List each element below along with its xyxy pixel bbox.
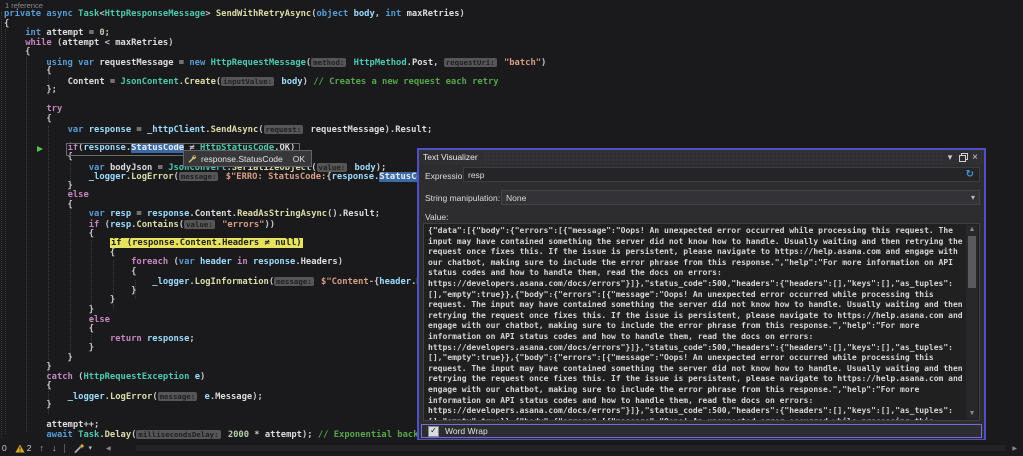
- debugger-datatip[interactable]: response.StatusCode OK: [183, 150, 313, 167]
- editor-bottom-bar: 0 2 ↑ ↓ ▾ ◀ ▶: [0, 440, 1023, 456]
- code-line: {: [4, 66, 52, 77]
- code-line: Content = JsonContent.Create(inputValue:…: [67, 76, 499, 87]
- code-line: using var requestMessage = new HttpReque…: [46, 57, 547, 68]
- warning-count: 2: [26, 443, 32, 453]
- text-visualizer-dialog: Text Visualizer ▾ × Expression: resp ↻ S…: [417, 148, 986, 441]
- previous-issue-button[interactable]: ↑: [39, 443, 44, 453]
- close-icon[interactable]: ×: [969, 151, 981, 163]
- code-line: {: [4, 114, 52, 125]
- check-icon: ✓: [430, 425, 437, 435]
- word-wrap-row: ✓ Word Wrap: [421, 424, 982, 438]
- datatip-expression: response.StatusCode: [201, 153, 283, 164]
- window-menu-icon[interactable]: ▾: [944, 151, 956, 163]
- code-cleanup-icon: [74, 443, 85, 453]
- code-cleanup-button[interactable]: ▾: [73, 443, 92, 454]
- restore-glyph: [958, 152, 968, 162]
- value-label: Value:: [425, 212, 449, 222]
- vs-editor-window: 1 reference private async Task<HttpRespo…: [0, 0, 1023, 456]
- scroll-right-icon[interactable]: ▶: [1012, 445, 1017, 452]
- datatip-value: OK: [292, 153, 306, 164]
- maximize-icon[interactable]: [957, 151, 969, 163]
- indent-guide: [1, 12, 2, 438]
- code-line: var response = _httpClient.SendAsync(req…: [67, 124, 433, 135]
- string-manipulation-dropdown[interactable]: None ▾: [501, 190, 980, 205]
- value-text: {"data":[{"body":{"errors":[{"message":"…: [428, 226, 963, 420]
- word-wrap-checkbox[interactable]: ✓: [428, 425, 439, 437]
- code-line: private async Task<HttpResponseMessage> …: [4, 9, 465, 19]
- code-line: {: [4, 47, 31, 58]
- value-scrollbar[interactable]: ▲ ▼: [966, 225, 978, 419]
- separator: [64, 443, 66, 453]
- error-count[interactable]: 0: [2, 443, 7, 453]
- refresh-icon[interactable]: ↻: [966, 169, 974, 180]
- value-textarea[interactable]: {"data":[{"body":{"errors":[{"message":"…: [423, 223, 980, 421]
- expression-input[interactable]: resp ↻: [463, 167, 980, 182]
- next-issue-button[interactable]: ↓: [52, 443, 57, 453]
- scroll-left-icon[interactable]: ◀: [106, 445, 111, 452]
- run-to-cursor-arrow-icon[interactable]: [37, 146, 43, 152]
- code-line: try: [46, 104, 63, 115]
- chevron-down-icon: ▾: [970, 193, 975, 202]
- code-line: while (attempt < maxRetries): [25, 37, 174, 48]
- dialog-titlebar[interactable]: Text Visualizer ▾ ×: [419, 150, 984, 164]
- string-manipulation-value: None: [506, 192, 527, 203]
- scrollbar-thumb[interactable]: [968, 236, 976, 288]
- expression-value: resp: [468, 169, 485, 180]
- warning-icon: [15, 444, 25, 452]
- warning-indicator[interactable]: 2: [15, 443, 32, 453]
- wrench-icon: [188, 154, 197, 163]
- word-wrap-label: Word Wrap: [445, 426, 488, 436]
- scroll-up-icon[interactable]: ▲: [966, 225, 978, 235]
- string-manipulation-label: String manipulation:: [425, 193, 501, 203]
- horizontal-scrollbar[interactable]: [136, 445, 1005, 451]
- code-line: };: [4, 85, 57, 96]
- dialog-title: Text Visualizer: [419, 152, 484, 162]
- chevron-down-icon: ▾: [88, 445, 92, 452]
- scroll-down-icon[interactable]: ▼: [966, 409, 978, 419]
